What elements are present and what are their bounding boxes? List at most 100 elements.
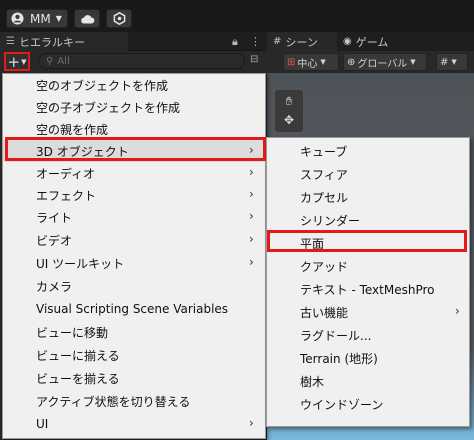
account-label: MM: [30, 11, 51, 26]
chevron-down-icon: ▼: [21, 57, 27, 66]
unity-services-button[interactable]: [106, 9, 132, 28]
lock-icon[interactable]: 🔒︎: [232, 35, 238, 49]
tab-scene[interactable]: # シーン: [267, 32, 337, 51]
main-toolbar: MM ▼: [0, 0, 474, 32]
chevron-down-icon: ▼: [451, 58, 457, 66]
submenu-item-cylinder[interactable]: シリンダー: [267, 209, 469, 231]
scene-tab-label: シーン: [285, 35, 318, 49]
submenu-item-label: キューブ: [300, 144, 348, 159]
menu-item-camera[interactable]: カメラ: [3, 275, 265, 297]
pivot-dropdown[interactable]: ⊞ 中心 ▼: [283, 53, 339, 71]
chevron-right-icon: ›: [249, 187, 254, 201]
hierarchy-search-input[interactable]: ⚲ All: [38, 53, 245, 69]
menu-item-create-empty[interactable]: 空のオブジェクトを作成: [3, 74, 265, 96]
highlight-box-plane: [267, 230, 467, 252]
menu-item-label: ビューを揃える: [36, 371, 120, 386]
hierarchy-tab-bar: ☰ ヒエラルキー: [0, 32, 267, 51]
submenu-item-terrain[interactable]: Terrain (地形): [267, 347, 469, 369]
menu-item-label: アクティブ状態を切り替える: [36, 394, 191, 409]
cloud-button[interactable]: [74, 9, 100, 28]
scene-tab-bar: # シーン ◉ ゲーム: [267, 32, 474, 51]
more-options-icon[interactable]: ⋮: [250, 35, 261, 48]
menu-item-label: カメラ: [36, 279, 73, 294]
grid-snap-dropdown[interactable]: # ▼: [436, 53, 468, 71]
submenu-item-label: シリンダー: [300, 213, 361, 228]
grid-snap-icon: #: [440, 56, 449, 68]
chevron-down-icon: ▼: [55, 14, 62, 23]
submenu-item-label: 古い機能: [300, 305, 349, 320]
create-button[interactable]: + ▼: [4, 52, 30, 71]
chevron-down-icon: ▼: [410, 58, 416, 66]
search-by-type-icon[interactable]: ⊟: [250, 54, 258, 65]
menu-item-label: オーディオ: [36, 166, 96, 181]
scene-grid-icon: #: [273, 36, 282, 47]
submenu-item-textmeshpro[interactable]: テキスト - TextMeshPro: [267, 278, 469, 300]
menu-item-label: UI: [36, 417, 49, 431]
submenu-item-legacy[interactable]: 古い機能 ›: [267, 301, 469, 323]
submenu-item-label: カプセル: [300, 190, 349, 205]
menu-item-toggle-active[interactable]: アクティブ状態を切り替える: [3, 390, 265, 412]
submenu-item-tree[interactable]: 樹木: [267, 370, 469, 392]
submenu-item-label: 樹木: [300, 374, 325, 389]
submenu-item-quad[interactable]: クアッド: [267, 255, 469, 277]
scene-tool-strip: ✋︎ ✥: [275, 90, 303, 132]
user-icon: [11, 12, 24, 25]
chevron-right-icon: ›: [249, 416, 254, 430]
submenu-item-label: ラグドール...: [300, 328, 372, 343]
menu-item-align-view-to-selected[interactable]: ビューを揃える: [3, 367, 265, 389]
chevron-right-icon: ›: [249, 232, 254, 246]
menu-item-effects[interactable]: エフェクト ›: [3, 184, 265, 206]
menu-item-label: ビューに移動: [36, 325, 109, 340]
menu-item-label: ビデオ: [36, 233, 73, 248]
submenu-item-ragdoll[interactable]: ラグドール...: [267, 324, 469, 346]
menu-item-ui-toolkit[interactable]: UI ツールキット ›: [3, 252, 265, 274]
chevron-right-icon: ›: [249, 255, 254, 269]
pivot-label: 中心: [297, 58, 318, 70]
submenu-item-wind-zone[interactable]: ウインドゾーン: [267, 393, 469, 415]
game-tab-label: ゲーム: [355, 35, 389, 49]
account-dropdown[interactable]: MM ▼: [6, 9, 68, 28]
submenu-item-label: クアッド: [300, 259, 349, 274]
submenu-item-capsule[interactable]: カプセル: [267, 186, 469, 208]
menu-item-label: 空の親を作成: [36, 122, 109, 137]
submenu-item-sphere[interactable]: スフィア: [267, 163, 469, 185]
menu-item-light[interactable]: ライト ›: [3, 206, 265, 228]
menu-item-label: エフェクト: [36, 188, 97, 203]
menu-item-visual-scripting[interactable]: Visual Scripting Scene Variables: [3, 298, 265, 320]
submenu-item-label: ウインドゾーン: [300, 397, 384, 412]
3d-object-submenu: キューブ スフィア カプセル シリンダー 平面 クアッド テキスト - Text…: [266, 137, 470, 427]
hierarchy-list-icon: ☰: [6, 36, 15, 47]
tab-hierarchy[interactable]: ☰ ヒエラルキー: [0, 32, 128, 51]
chevron-right-icon: ›: [455, 304, 460, 318]
menu-item-label: ビューに揃える: [36, 348, 120, 363]
menu-item-label: UI ツールキット: [36, 256, 125, 271]
menu-item-label: 空のオブジェクトを作成: [36, 78, 169, 93]
menu-item-label: ライト: [36, 210, 73, 225]
tab-game[interactable]: ◉ ゲーム: [337, 32, 412, 51]
hierarchy-create-menu: 空のオブジェクトを作成 空の子オブジェクトを作成 空の親を作成 3D オブジェク…: [2, 73, 266, 439]
highlight-box-3d-object: [5, 137, 266, 161]
menu-item-ui[interactable]: UI ›: [3, 413, 265, 435]
chevron-down-icon: ▼: [320, 58, 326, 66]
menu-item-align-with-view[interactable]: ビューに揃える: [3, 344, 265, 366]
menu-item-move-to-view[interactable]: ビューに移動: [3, 321, 265, 343]
globe-icon: ⊕: [347, 56, 356, 68]
submenu-item-label: テキスト - TextMeshPro: [300, 282, 435, 297]
global-label: グローバル: [357, 58, 408, 70]
menu-item-video[interactable]: ビデオ ›: [3, 229, 265, 251]
submenu-item-cube[interactable]: キューブ: [267, 140, 469, 162]
unity-editor: MM ▼ ☰ ヒエラルキー 🔒︎ ⋮ + ▼ ⚲ All ⊟ # シーン ◉ ゲ…: [0, 0, 474, 440]
pivot-icon: ⊞: [287, 56, 296, 68]
hand-tool-icon[interactable]: ✋︎: [279, 92, 299, 110]
chevron-right-icon: ›: [249, 209, 254, 223]
menu-item-label: 空の子オブジェクトを作成: [36, 100, 181, 115]
global-dropdown[interactable]: ⊕ グローバル ▼: [343, 53, 427, 71]
menu-item-create-empty-child[interactable]: 空の子オブジェクトを作成: [3, 96, 265, 118]
chevron-right-icon: ›: [249, 165, 254, 179]
hierarchy-tab-label: ヒエラルキー: [18, 35, 85, 49]
submenu-item-label: Terrain (地形): [300, 351, 378, 366]
menu-item-audio[interactable]: オーディオ ›: [3, 162, 265, 184]
move-tool-icon[interactable]: ✥: [279, 111, 299, 129]
menu-item-label: Visual Scripting Scene Variables: [36, 302, 229, 316]
plus-icon: +: [7, 52, 21, 71]
